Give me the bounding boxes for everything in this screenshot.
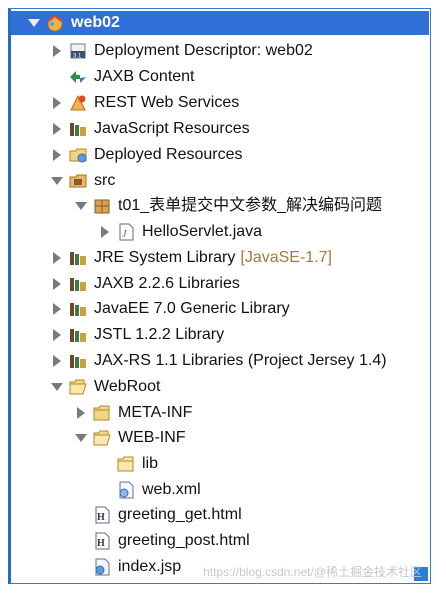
tree-item-deployment-descriptor[interactable]: 3.1 Deployment Descriptor: web02 <box>50 39 313 63</box>
library-icon <box>68 325 88 345</box>
svg-text:H: H <box>97 512 105 523</box>
library-version-suffix: [JavaSE-1.7] <box>240 249 332 266</box>
tree-item-label: greeting_get.html <box>118 506 242 523</box>
expand-toggle-icon[interactable] <box>50 354 64 368</box>
tree-item-helloservlet[interactable]: J HelloServlet.java <box>98 220 262 244</box>
tree-item-rest-web-services[interactable]: REST Web Services <box>50 91 239 115</box>
tree-item-label: WEB-INF <box>118 429 186 446</box>
tree-item-label: HelloServlet.java <box>142 223 263 240</box>
java-file-icon: J <box>116 222 136 242</box>
library-icon <box>68 351 88 371</box>
expand-toggle-icon[interactable] <box>50 302 64 316</box>
tree-item-jre-system-library[interactable]: JRE System Library [JavaSE-1.7] <box>50 246 332 270</box>
tree-item-label: JSTL 1.2.2 Library <box>94 326 225 343</box>
library-icon <box>68 274 88 294</box>
tree-item-jaxb-libraries[interactable]: JAXB 2.2.6 Libraries <box>50 272 240 296</box>
tree-item-label: Deployment Descriptor: web02 <box>94 42 313 59</box>
tree-item-package[interactable]: t01_表单提交中文参数_解决编码问题 <box>74 194 382 218</box>
library-icon <box>68 248 88 268</box>
tree-item-jaxrs-libraries[interactable]: JAX-RS 1.1 Libraries (Project Jersey 1.4… <box>50 349 387 373</box>
expand-toggle-icon[interactable] <box>74 199 88 213</box>
jaxb-icon <box>68 67 88 87</box>
source-folder-icon <box>68 171 88 191</box>
expand-toggle-icon[interactable] <box>98 225 112 239</box>
tree-item-greeting-post[interactable]: H greeting_post.html <box>74 529 250 553</box>
tree-item-label: web.xml <box>142 481 201 498</box>
tree-item-jstl-library[interactable]: JSTL 1.2.2 Library <box>50 323 224 347</box>
folder-open-icon <box>92 428 112 448</box>
web-project-icon <box>45 13 65 33</box>
tree-item-lib[interactable]: lib <box>98 452 158 476</box>
tree-item-label: JRE System Library <box>94 249 236 266</box>
tree-item-label: index.jsp <box>118 558 182 575</box>
deployed-folder-icon <box>68 145 88 165</box>
rest-services-icon <box>68 93 88 113</box>
expand-toggle-icon[interactable] <box>50 380 64 394</box>
tree-item-label: META-INF <box>118 404 193 421</box>
tree-item-index-jsp[interactable]: index.jsp <box>74 555 181 579</box>
html-file-icon: H <box>92 531 112 551</box>
deployment-descriptor-icon: 3.1 <box>68 41 88 61</box>
tree-item-label: lib <box>142 455 159 472</box>
folder-open-icon <box>68 377 88 397</box>
expand-toggle-icon[interactable] <box>50 122 64 136</box>
expand-toggle-icon[interactable] <box>50 277 64 291</box>
tree-item-web-inf[interactable]: WEB-INF <box>74 426 186 450</box>
tree-item-deployed-resources[interactable]: Deployed Resources <box>50 143 243 167</box>
tree-root-web02[interactable]: web02 <box>11 11 429 35</box>
watermark-text: https://blog.csdn.net/@稀土掘金技术社区 <box>203 565 422 579</box>
expand-toggle-icon[interactable] <box>50 148 64 162</box>
tree-item-label: WebRoot <box>94 378 161 395</box>
tree-item-label: JAXB Content <box>94 68 195 85</box>
tree-item-web-xml[interactable]: web.xml <box>98 478 201 502</box>
tree-item-label: src <box>94 172 116 189</box>
xml-file-icon <box>116 480 136 500</box>
jsp-file-icon <box>92 557 112 577</box>
expand-toggle-icon[interactable] <box>74 406 88 420</box>
svg-text:H: H <box>97 538 105 549</box>
tree-item-javaee-library[interactable]: JavaEE 7.0 Generic Library <box>50 297 290 321</box>
expand-toggle-icon[interactable] <box>50 96 64 110</box>
tree-item-label: JAX-RS 1.1 Libraries (Project Jersey 1.4… <box>94 352 387 369</box>
tree-item-label: JavaScript Resources <box>94 120 250 137</box>
tree-item-javascript-resources[interactable]: JavaScript Resources <box>50 117 250 141</box>
library-icon <box>68 119 88 139</box>
library-icon <box>68 299 88 319</box>
expand-toggle-icon[interactable] <box>50 44 64 58</box>
tree-item-label: JavaEE 7.0 Generic Library <box>94 300 290 317</box>
expand-toggle-icon[interactable] <box>50 251 64 265</box>
tree-item-greeting-get[interactable]: H greeting_get.html <box>74 503 242 527</box>
package-icon <box>92 196 112 216</box>
tree-item-label: Deployed Resources <box>94 146 243 163</box>
tree-item-webroot[interactable]: WebRoot <box>50 375 160 399</box>
html-file-icon: H <box>92 505 112 525</box>
tree-item-label: web02 <box>71 14 120 31</box>
tree-item-src[interactable]: src <box>50 169 115 193</box>
svg-text:3.1: 3.1 <box>73 54 82 60</box>
tree-item-label: REST Web Services <box>94 94 240 111</box>
folder-icon <box>92 403 112 423</box>
tree-item-jaxb-content[interactable]: JAXB Content <box>50 65 195 89</box>
tree-item-label: greeting_post.html <box>118 532 250 549</box>
tree-item-label: JAXB 2.2.6 Libraries <box>94 275 240 292</box>
tree-item-label: t01_表单提交中文参数_解决编码问题 <box>118 197 383 214</box>
expand-toggle-icon[interactable] <box>50 174 64 188</box>
tree-item-meta-inf[interactable]: META-INF <box>74 401 192 425</box>
expand-toggle-icon[interactable] <box>27 16 41 30</box>
svg-text:J: J <box>122 229 127 240</box>
folder-icon <box>116 454 136 474</box>
expand-toggle-icon[interactable] <box>74 431 88 445</box>
expand-toggle-icon[interactable] <box>50 328 64 342</box>
